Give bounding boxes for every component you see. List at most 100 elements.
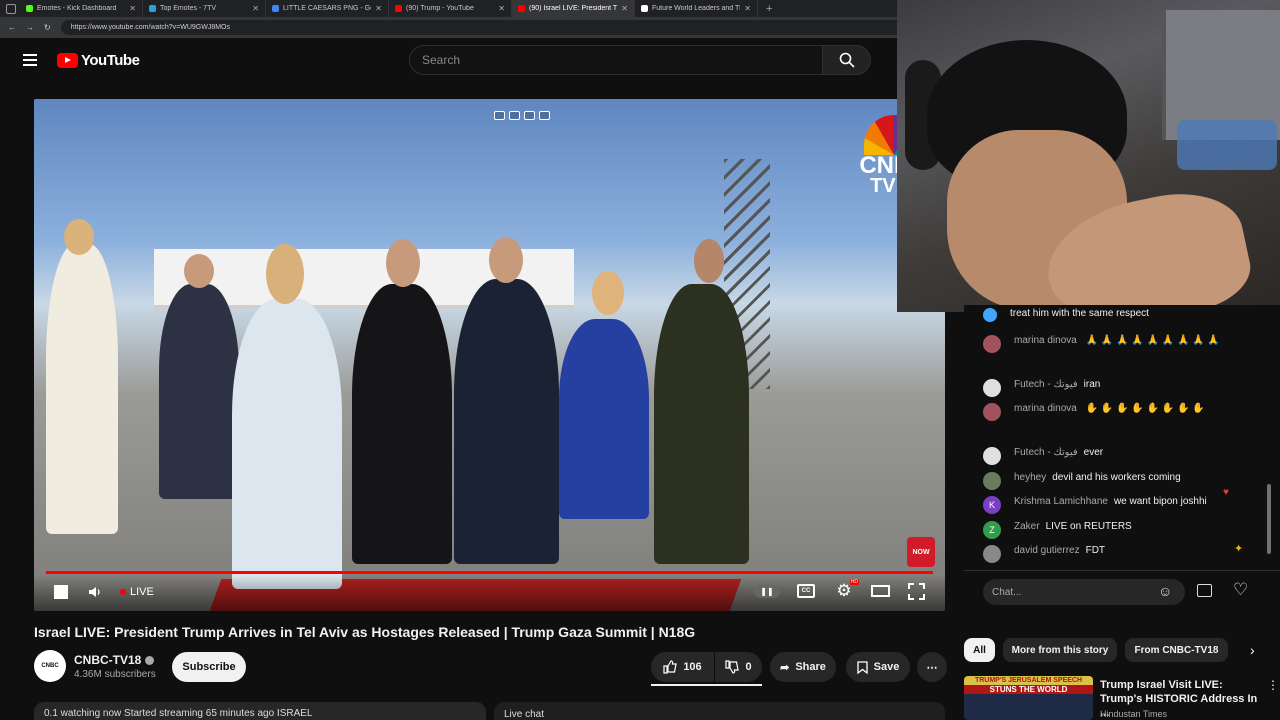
chat-author: marina dinova: [1014, 335, 1077, 346]
search-icon: [839, 52, 855, 68]
video-player[interactable]: CNBC TV18 NOW LIVE ❚❚ CC ⚙ HD: [34, 99, 945, 611]
chat-scrollbar[interactable]: [1267, 484, 1271, 554]
dislike-count: 0: [745, 661, 752, 673]
browser-tab-active[interactable]: (90) Israel LIVE: President Tru ✕: [512, 0, 635, 17]
volume-button[interactable]: [86, 582, 104, 602]
pip-icon[interactable]: [494, 111, 505, 120]
chat-message-body: marina dinova ✋ ✋ ✋ ✋ ✋ ✋ ✋ ✋: [1014, 403, 1244, 421]
chat-avatar: [983, 447, 1001, 465]
video-thumbnail[interactable]: TRUMP'S JERUSALEM SPEECH STUNS THE WORLD: [964, 676, 1093, 720]
channel-name: CNBC-TV18: [74, 653, 142, 667]
chat-author: Futech - فيوتك: [1014, 379, 1078, 390]
dislike-button[interactable]: 0: [715, 652, 762, 682]
live-dot-icon: [120, 589, 126, 595]
browser-tab[interactable]: (90) Trump - YouTube ✕: [389, 0, 512, 17]
chat-author: Krishma Lamichhane: [1014, 496, 1108, 507]
chat-input[interactable]: Chat...: [983, 579, 1185, 605]
autoplay-toggle[interactable]: ❚❚: [754, 585, 780, 598]
bookmark-icon: [856, 660, 868, 674]
tab-label: Emotes - Kick Dashboard: [37, 5, 117, 12]
description-box[interactable]: 0.1 watching now Started streaming 65 mi…: [34, 702, 486, 720]
live-label: LIVE: [130, 586, 154, 598]
recommended-channel[interactable]: Hindustan Times: [1100, 709, 1167, 719]
search-button[interactable]: [823, 45, 871, 75]
more-vert-icon[interactable]: ⋮: [1267, 678, 1279, 692]
chevron-right-icon[interactable]: ›: [1250, 642, 1255, 658]
share-label: Share: [795, 661, 826, 673]
tab-close-icon[interactable]: ✕: [129, 4, 136, 13]
theater-button[interactable]: [871, 585, 890, 597]
back-icon[interactable]: ←: [8, 23, 16, 32]
progress-bar[interactable]: [46, 571, 933, 574]
chat-message-body: marina dinova 🙏 🙏 🙏 🙏 🙏 🙏 🙏 🙏 🙏: [1014, 335, 1244, 353]
chip-from-channel[interactable]: From CNBC-TV18: [1125, 638, 1228, 662]
browser-tab[interactable]: Top Emotes - 7TV ✕: [143, 0, 266, 17]
more-actions-button[interactable]: ⋯: [917, 652, 947, 682]
like-ratio-bar: [651, 684, 762, 686]
chat-input-row: Chat... ☺ ♡: [964, 570, 1280, 614]
save-label: Save: [873, 661, 900, 673]
person: [352, 284, 452, 564]
settings-button[interactable]: ⚙ HD: [835, 579, 859, 600]
thumbs-up-icon: [663, 660, 678, 674]
logo-text: YouTube: [81, 51, 140, 69]
live-indicator[interactable]: LIVE: [120, 583, 154, 601]
thumbs-down-icon: [725, 660, 740, 674]
pip-icon[interactable]: [524, 111, 535, 120]
window-menu-icon[interactable]: [6, 3, 16, 14]
chip-more-from-story[interactable]: More from this story: [1003, 638, 1117, 662]
tab-close-icon[interactable]: ✕: [375, 4, 382, 13]
party-reaction-icon: ✦: [1234, 543, 1244, 555]
tab-label: LITTLE CAESARS PNG - Google Se: [283, 5, 371, 12]
search-input[interactable]: Search: [409, 45, 823, 75]
chat-avatar: [983, 403, 1001, 421]
share-button[interactable]: ➦ Share: [770, 652, 836, 682]
tab-label: (90) Trump - YouTube: [406, 5, 474, 12]
pip-icon[interactable]: [539, 111, 550, 120]
emoji-icon[interactable]: ☺: [1158, 583, 1172, 599]
browser-tab[interactable]: Future World Leaders and Their ✕: [635, 0, 758, 17]
captions-button[interactable]: CC: [797, 584, 815, 598]
forward-icon[interactable]: →: [26, 23, 34, 32]
pip-toolbar: [494, 111, 550, 120]
chat-text: LIVE on REUTERS: [1045, 521, 1132, 532]
tab-close-icon[interactable]: ✕: [621, 4, 628, 13]
youtube-logo[interactable]: YouTube: [57, 51, 140, 69]
new-tab-icon[interactable]: +: [758, 3, 780, 15]
tab-close-icon[interactable]: ✕: [744, 4, 751, 13]
channel-name-row[interactable]: CNBC-TV18: [74, 653, 155, 667]
chat-message: Futech - فيوتك ever: [964, 447, 1264, 465]
live-chat-panel: treat him with the same respect marina d…: [964, 305, 1280, 570]
menu-icon[interactable]: [23, 54, 37, 66]
like-button[interactable]: 106: [651, 652, 714, 682]
recommended-video[interactable]: TRUMP'S JERUSALEM SPEECH STUNS THE WORLD…: [964, 676, 1280, 720]
subscribe-button[interactable]: Subscribe: [172, 652, 246, 682]
tab-close-icon[interactable]: ✕: [252, 4, 259, 13]
tab-close-icon[interactable]: ✕: [498, 4, 505, 13]
browser-tab[interactable]: Emotes - Kick Dashboard ✕: [20, 0, 143, 17]
stop-button[interactable]: [54, 585, 68, 599]
person-head: [184, 254, 214, 288]
fullscreen-button[interactable]: [908, 583, 925, 600]
reload-icon[interactable]: ↻: [44, 23, 51, 32]
browser-tab[interactable]: LITTLE CAESARS PNG - Google Se ✕: [266, 0, 389, 17]
chat-message: marina dinova ✋ ✋ ✋ ✋ ✋ ✋ ✋ ✋: [964, 403, 1264, 421]
person-head: [266, 244, 304, 304]
chip-all[interactable]: All: [964, 638, 995, 662]
player-controls: LIVE ❚❚ CC ⚙ HD: [34, 575, 945, 611]
channel-avatar[interactable]: CNBC: [34, 650, 66, 682]
chat-text: treat him with the same respect: [1010, 308, 1149, 319]
chat-message: K Krishma Lamichhane we want bipon joshh…: [964, 496, 1264, 514]
heart-icon[interactable]: ♡: [1233, 580, 1248, 600]
pip-icon[interactable]: [509, 111, 520, 120]
person: [454, 279, 559, 564]
chat-message: david gutierrez FDT: [964, 545, 1264, 563]
chat-message: Z Zaker LIVE on REUTERS: [964, 521, 1264, 539]
youtube-header: YouTube Search: [0, 38, 900, 82]
chat-message: heyhey devil and his workers coming: [964, 472, 1264, 490]
person-head: [64, 219, 94, 255]
save-button[interactable]: Save: [846, 652, 910, 682]
super-chat-icon[interactable]: [1197, 584, 1212, 597]
chat-text: 🙏 🙏 🙏 🙏 🙏 🙏 🙏 🙏 🙏: [1085, 335, 1220, 346]
hd-badge: HD: [849, 579, 859, 585]
